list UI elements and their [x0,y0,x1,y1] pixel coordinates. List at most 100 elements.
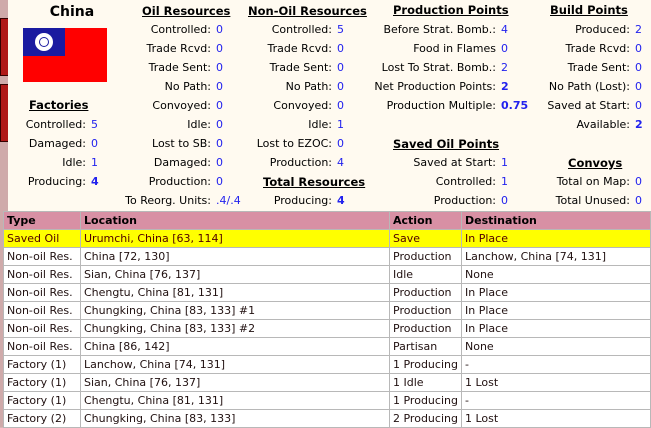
country-name: China [49,4,95,20]
table-cell: Chengtu, China [81, 131] [80,391,390,410]
stat-row: Production: 0 [100,172,241,191]
stat-label: Lost to EZOC: [256,137,332,150]
stat-value: 1 [337,118,344,131]
column-header[interactable]: Location [80,211,390,230]
stat-value: 2 [501,61,508,74]
table-cell: Urumchi, China [63, 114] [80,229,390,248]
stat-row: Trade Sent: 0 [100,58,241,77]
table-cell: Chungking, China [83, 133] [80,409,390,428]
stat-value: 0 [337,99,344,112]
stat-row: Damaged: 0 [10,134,99,153]
stat-label: Saved at Start: [413,156,496,169]
stat-row: Controlled: 0 [100,20,241,39]
stat-value: 0 [216,137,223,150]
stat-label: Trade Rcvd: [146,42,211,55]
table-row[interactable]: Factory (2) Chungking, China [83, 133] 2 P… [3,409,651,428]
stat-label: Production Multiple: [386,99,496,112]
stat-row: Producing: 4 [230,191,345,210]
stat-row: No Path: 0 [100,77,241,96]
china-flag-icon [23,28,107,82]
table-cell: In Place [461,301,651,320]
stat-label: To Reorg. Units: [125,194,211,207]
production-heading: Production Points [393,3,509,17]
stat-value: 0 [635,194,642,207]
stat-row: Saved at Start: 0 [540,96,643,115]
stat-row: Production: 4 [230,153,344,172]
convoys-stats: Total on Map: 0 Total Unused: 0 [540,172,642,210]
stat-value: 0 [635,61,642,74]
table-cell: Factory (1) [3,355,81,374]
table-cell: In Place [461,283,651,302]
stat-value: 0 [635,99,642,112]
stat-label: Damaged: [28,137,86,150]
total-stats: Producing: 4 [230,191,345,210]
convoys-heading: Convoys [568,156,623,170]
stat-row: Idle: 1 [10,153,99,172]
stat-value: 0 [216,42,223,55]
table-row[interactable]: Factory (1) Sian, China [76, 137] 1 Idle 1 … [3,373,651,392]
stat-label: Convoyed: [152,99,211,112]
table-row[interactable]: Non-oil Res. China [86, 142] Partisan None [3,337,651,356]
stat-label: Net Production Points: [374,80,496,93]
table-row[interactable]: Non-oil Res. Chungking, China [83, 133] #… [3,319,651,338]
table-cell: In Place [461,319,651,338]
stat-value: 1 [91,156,98,169]
stat-row: Idle: 0 [100,115,241,134]
stat-label: Total Unused: [555,194,630,207]
stat-label: Idle: [187,118,211,131]
column-header[interactable]: Action [389,211,462,230]
table-row[interactable]: Saved Oil Urumchi, China [63, 114] Save In … [3,229,651,248]
stat-label: Controlled: [435,175,496,188]
stat-label: Trade Sent: [567,61,630,74]
stat-label: Production: [269,156,332,169]
stat-row: No Path: 0 [230,77,344,96]
total-heading: Total Resources [263,175,366,189]
table-row[interactable]: Non-oil Res. Chengtu, China [81, 131] Prod… [3,283,651,302]
table-cell: Factory (2) [3,409,81,428]
table-cell: Chengtu, China [81, 131] [80,283,390,302]
table-cell: Non-oil Res. [3,247,81,266]
stat-value: 4 [337,194,345,207]
table-cell: 1 Producing [389,391,462,410]
stat-label: Producing: [27,175,86,188]
table-cell: 1 Lost [461,373,651,392]
resource-table: Type Location Action Destination Saved Oil U… [3,211,651,428]
stat-row: Lost to SB: 0 [100,134,241,153]
table-cell: Non-oil Res. [3,283,81,302]
table-row[interactable]: Factory (1) Chengtu, China [81, 131] 1 Pro… [3,391,651,410]
table-row[interactable]: Factory (1) Lanchow, China [74, 131] 1 Pro… [3,355,651,374]
stat-label: Controlled: [25,118,86,131]
table-cell: Partisan [389,337,462,356]
column-header[interactable]: Type [3,211,81,230]
stat-row: Saved at Start: 1 [370,153,508,172]
stat-value: 0 [216,80,223,93]
stat-value: 4 [337,156,344,169]
stat-row: To Reorg. Units: .4/.4 [100,191,241,210]
nonoil-stats: Controlled: 5 Trade Rcvd: 0 Trade Sent: 0 No P… [230,20,344,172]
stat-label: Producing: [273,194,332,207]
table-row[interactable]: Non-oil Res. Chungking, China [83, 133] #… [3,301,651,320]
stat-value: 1 [501,175,508,188]
stat-row: Damaged: 0 [100,153,241,172]
table-cell: Chungking, China [83, 133] #2 [80,319,390,338]
table-row[interactable]: Non-oil Res. China [72, 130] Production Lan… [3,247,651,266]
stat-label: Trade Sent: [148,61,211,74]
stat-value: 4 [501,23,508,36]
stat-row: Net Production Points: 2 [370,77,528,96]
stat-row: Lost to EZOC: 0 [230,134,344,153]
stat-value: 0 [216,118,223,131]
column-header[interactable]: Destination [461,211,651,230]
stat-label: Idle: [308,118,332,131]
stat-value: 0 [216,61,223,74]
stat-label: Production: [148,175,211,188]
stat-row: No Path (Lost): 0 [540,77,643,96]
table-cell: Chungking, China [83, 133] #1 [80,301,390,320]
table-cell: Production [389,301,462,320]
table-cell: Production [389,283,462,302]
stat-value: 0 [216,156,223,169]
stat-value: 0 [337,61,344,74]
table-row[interactable]: Non-oil Res. Sian, China [76, 137] Idle Non… [3,265,651,284]
table-cell: None [461,265,651,284]
stat-value: 0 [337,80,344,93]
table-cell: 1 Lost [461,409,651,428]
